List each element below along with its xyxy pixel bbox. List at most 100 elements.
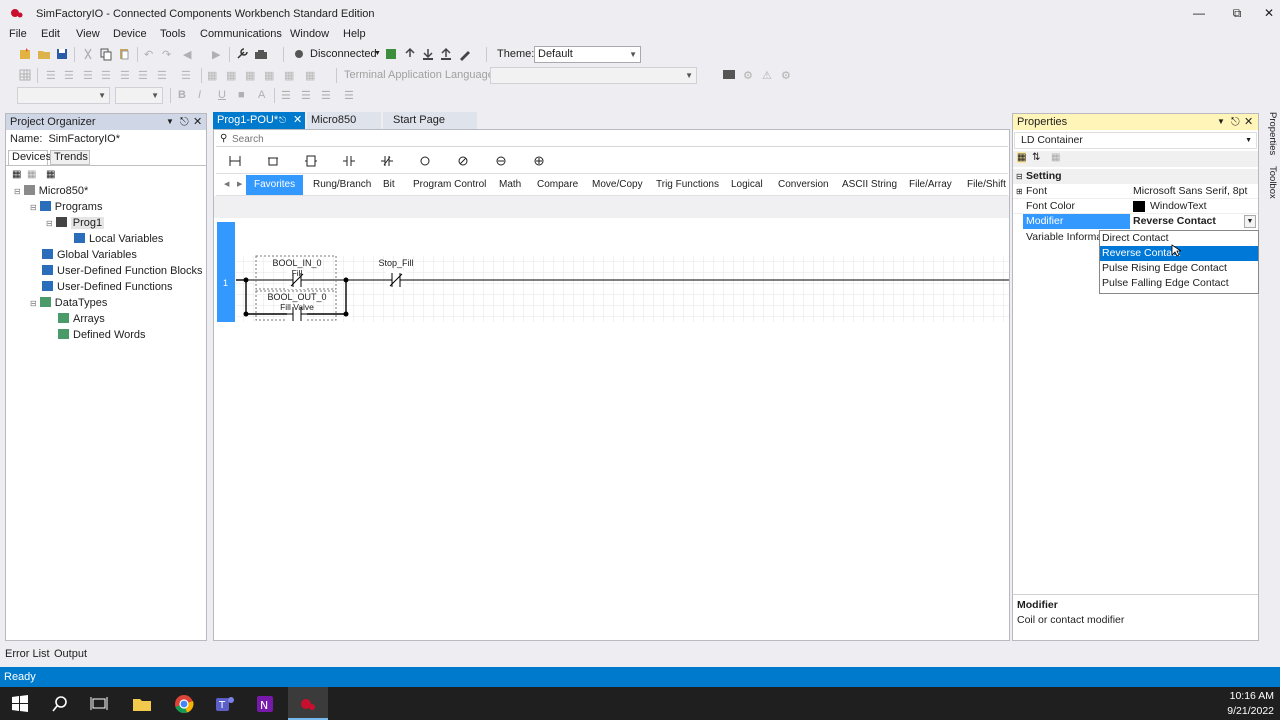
undo-icon[interactable]: ↶	[144, 48, 153, 61]
size-both-icon[interactable]: ▦	[264, 69, 274, 82]
scroll-right-icon[interactable]: ▶	[237, 180, 242, 188]
size-height-icon[interactable]: ▦	[245, 69, 255, 82]
align-bottom-icon[interactable]: ☰	[138, 69, 148, 82]
theme-select[interactable]: Default ▼	[534, 46, 641, 63]
bring-front-icon[interactable]: ▦	[284, 69, 294, 82]
prop-font[interactable]: ⊞ Font Microsoft Sans Serif, 8pt	[1013, 184, 1258, 199]
category-conversion[interactable]: Conversion	[770, 175, 837, 195]
size-icon[interactable]: ▦	[207, 69, 217, 82]
tab-pin-icon[interactable]: ⎋	[279, 112, 286, 129]
maximize-button[interactable]: ⧉	[1222, 4, 1252, 22]
task-view-icon[interactable]	[88, 693, 110, 715]
size-width-icon[interactable]: ▦	[226, 69, 236, 82]
text-align-right-icon[interactable]: ☰	[321, 89, 331, 102]
clock-time[interactable]: 10:16 AM	[1190, 690, 1274, 702]
ccw-taskbar-icon[interactable]	[297, 693, 319, 715]
tree-item-arrays[interactable]: Arrays	[58, 313, 105, 325]
underline-icon[interactable]: U	[218, 89, 226, 101]
tree-item-defined-words[interactable]: Defined Words	[58, 329, 146, 341]
text-align-left-icon[interactable]: ☰	[281, 89, 291, 102]
category-move-copy[interactable]: Move/Copy	[584, 175, 651, 195]
font-family-select[interactable]: ▼	[17, 87, 110, 104]
tab-start-page[interactable]: Start Page	[383, 112, 477, 129]
distribute-icon[interactable]: ☰	[157, 69, 167, 82]
panel-menu-icon[interactable]: ▼	[166, 114, 174, 130]
tree-item-udf[interactable]: User-Defined Functions	[42, 281, 173, 293]
properties-menu-icon[interactable]: ▼	[1217, 114, 1225, 130]
bold-icon[interactable]: B	[178, 89, 186, 101]
tab-prog1-pou[interactable]: Prog1-POU* ⎋ ✕	[213, 112, 305, 129]
category-ascii-string[interactable]: ASCII String	[834, 175, 905, 195]
category-file-shift[interactable]: File/Shift	[959, 175, 1014, 195]
tree-refresh-icon[interactable]: ▦	[46, 169, 55, 180]
tab-output[interactable]: Output	[54, 648, 87, 660]
align-center-icon[interactable]: ☰	[64, 69, 74, 82]
pin-icon[interactable]: ⎋	[180, 114, 189, 130]
debug-icon[interactable]	[458, 47, 472, 61]
tree-expand-all-icon[interactable]: ▦	[12, 169, 21, 180]
build-icon[interactable]	[384, 47, 398, 61]
set-coil-icon[interactable]	[495, 155, 507, 167]
menu-window[interactable]: Window	[290, 28, 329, 40]
menu-device[interactable]: Device	[113, 28, 147, 40]
side-tab-toolbox[interactable]: Toolbox	[1262, 166, 1278, 199]
tree-item-programs[interactable]: ⊟ Programs	[30, 201, 102, 213]
menu-tools[interactable]: Tools	[160, 28, 186, 40]
alphabetical-icon[interactable]: ⇅	[1032, 152, 1040, 163]
info-icon[interactable]: ⚙	[781, 69, 791, 82]
modifier-dropdown-button[interactable]: ▼	[1244, 215, 1256, 228]
send-back-icon[interactable]: ▦	[305, 69, 315, 82]
category-setting[interactable]: ⊟ Setting	[1013, 169, 1258, 184]
tree-item-local-variables[interactable]: Local Variables	[74, 233, 163, 245]
direct-coil-icon[interactable]	[419, 155, 431, 167]
align-right-icon[interactable]: ☰	[83, 69, 93, 82]
text-align-center-icon[interactable]: ☰	[301, 89, 311, 102]
category-trig-functions[interactable]: Trig Functions	[648, 175, 727, 195]
instruction-block-icon[interactable]	[305, 155, 317, 167]
connection-status[interactable]: Disconnected	[310, 48, 377, 60]
category-compare[interactable]: Compare	[529, 175, 586, 195]
onenote-icon[interactable]: N	[255, 693, 277, 715]
connection-dropdown-icon[interactable]: ▼	[374, 50, 381, 57]
redo-icon[interactable]: ↷	[162, 48, 171, 61]
reverse-contact-icon[interactable]	[381, 155, 393, 167]
properties-pin-icon[interactable]: ⎋	[1231, 114, 1240, 130]
navigate-forward-icon[interactable]: ▶	[212, 48, 220, 61]
font-size-select[interactable]: ▼	[115, 87, 163, 104]
terminal-language-select[interactable]: ▼	[490, 67, 697, 84]
align-middle-icon[interactable]: ☰	[120, 69, 130, 82]
close-window-button[interactable]: ✕	[1254, 4, 1280, 22]
settings-icon[interactable]: ⚙	[743, 69, 753, 82]
reset-coil-icon[interactable]	[533, 155, 545, 167]
upload-tray-icon[interactable]	[439, 47, 453, 61]
category-logical[interactable]: Logical	[723, 175, 771, 195]
tree-collapse-icon[interactable]: ▦	[27, 169, 36, 180]
warning-icon[interactable]: ⚠	[762, 69, 772, 82]
teams-icon[interactable]: T	[214, 693, 236, 715]
upload-icon[interactable]	[403, 47, 417, 61]
open-folder-icon[interactable]	[37, 47, 51, 61]
property-pages-icon[interactable]: ▦	[1051, 152, 1060, 163]
properties-close-icon[interactable]: ✕	[1244, 114, 1253, 130]
grid-icon[interactable]	[18, 68, 32, 82]
new-project-icon[interactable]	[18, 47, 32, 61]
category-file-array[interactable]: File/Array	[901, 175, 960, 195]
option-pulse-falling-edge-contact[interactable]: Pulse Falling Edge Contact	[1100, 276, 1258, 291]
list-icon[interactable]: ☰	[344, 89, 354, 102]
chrome-icon[interactable]	[173, 693, 195, 715]
category-math[interactable]: Math	[491, 175, 529, 195]
align-left-icon[interactable]: ☰	[46, 69, 56, 82]
search-taskbar-icon[interactable]	[49, 693, 71, 715]
wrench-icon[interactable]	[235, 47, 249, 61]
reverse-coil-icon[interactable]	[457, 155, 469, 167]
categorized-icon[interactable]: ▦	[1017, 152, 1027, 163]
italic-icon[interactable]: I	[198, 89, 201, 101]
side-tab-properties[interactable]: Properties	[1262, 112, 1278, 155]
menu-help[interactable]: Help	[343, 28, 366, 40]
prop-modifier[interactable]: Modifier Reverse Contact ▼	[1013, 214, 1258, 229]
branch-icon[interactable]	[267, 156, 279, 166]
font-icon[interactable]: A	[258, 89, 265, 101]
text-color-icon[interactable]: ■	[238, 89, 245, 101]
tree-item-global-variables[interactable]: Global Variables	[42, 249, 137, 261]
category-rung-branch[interactable]: Rung/Branch	[305, 175, 379, 195]
